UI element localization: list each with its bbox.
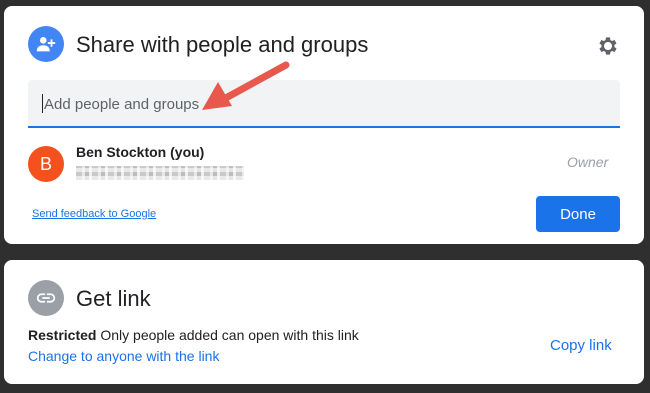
- send-feedback-link[interactable]: Send feedback to Google: [32, 208, 156, 220]
- share-dialog: Share with people and groups B Ben Stock…: [4, 6, 644, 244]
- person-add-icon: [28, 26, 64, 62]
- share-title: Share with people and groups: [76, 32, 369, 57]
- done-button[interactable]: Done: [536, 196, 620, 232]
- avatar-initial: B: [39, 153, 52, 174]
- get-link-panel: Get link Restricted Only people added ca…: [4, 260, 644, 384]
- add-people-field[interactable]: [28, 80, 620, 128]
- user-email-redacted: ████████████████: [76, 166, 244, 180]
- access-description: Restricted Only people added can open wi…: [28, 327, 359, 343]
- link-icon: [28, 280, 64, 316]
- avatar: B: [28, 146, 64, 182]
- get-link-title: Get link: [76, 286, 151, 311]
- restricted-desc: Only people added can open with this lin…: [100, 327, 359, 343]
- change-access-link[interactable]: Change to anyone with the link: [28, 348, 219, 364]
- owner-label: Owner: [567, 154, 609, 170]
- copy-link-button[interactable]: Copy link: [550, 337, 612, 354]
- user-name: Ben Stockton (you): [76, 144, 205, 160]
- gear-icon[interactable]: [596, 34, 620, 58]
- restricted-label: Restricted: [28, 327, 97, 343]
- add-people-input[interactable]: [44, 90, 604, 118]
- text-cursor: [42, 94, 43, 113]
